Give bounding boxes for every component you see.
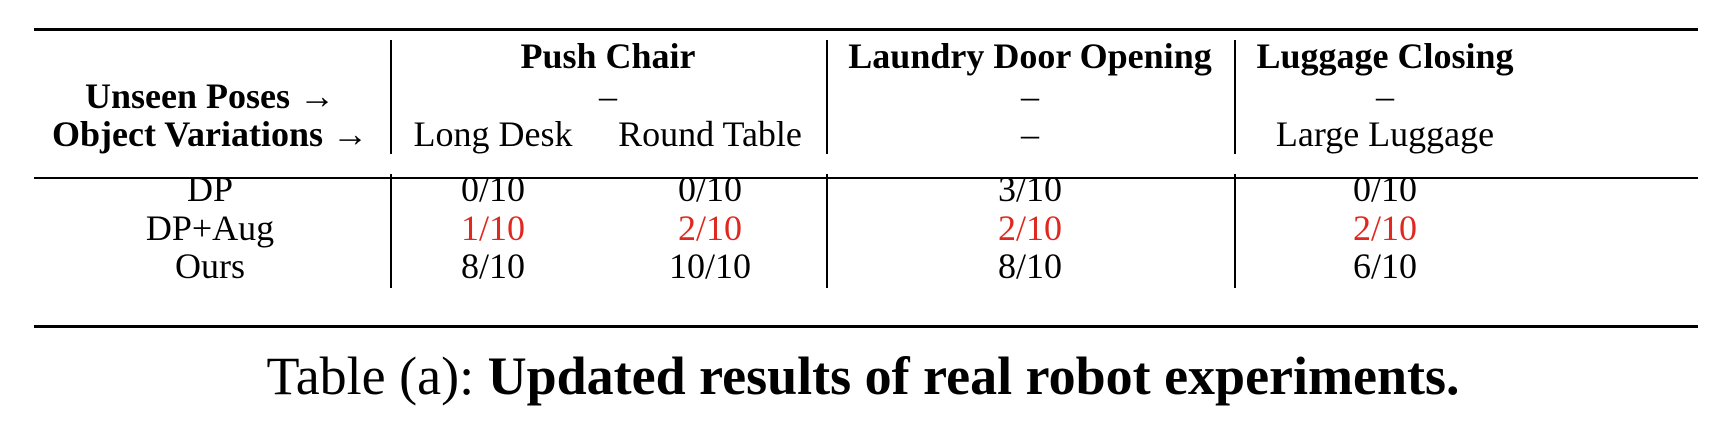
method-label: Ours: [175, 246, 245, 286]
unseen-poses-label: Unseen Poses →: [85, 76, 335, 116]
table-header-rule: [34, 177, 1698, 179]
table-cell: 0/10: [1352, 169, 1418, 209]
column-divider: [390, 174, 392, 288]
table-bottom-rule: [34, 325, 1698, 328]
variation-large-luggage: Large Luggage: [1275, 114, 1495, 154]
column-divider: [1234, 40, 1236, 154]
object-variations-label: Object Variations →: [51, 114, 369, 154]
table-cell: 2/10: [997, 208, 1063, 248]
task-header-laundry-door: Laundry Door Opening: [848, 36, 1212, 76]
table-cell: 0/10: [677, 169, 743, 209]
table-cell: 2/10: [1352, 208, 1418, 248]
method-label: DP: [186, 169, 234, 209]
table-cell: 2/10: [677, 208, 743, 248]
push-chair-poses: –: [599, 76, 617, 116]
variation-round-table: Round Table: [618, 114, 802, 154]
column-divider: [1234, 174, 1236, 288]
table-caption: Table (a): Updated results of real robot…: [0, 348, 1726, 404]
table-cell: 8/10: [997, 246, 1063, 286]
table-cell: 1/10: [460, 208, 526, 248]
table-cell: 10/10: [668, 246, 752, 286]
variation-laundry-door: –: [1021, 114, 1039, 154]
task-header-luggage-closing: Luggage Closing: [1256, 36, 1514, 76]
table-cell: 0/10: [460, 169, 526, 209]
laundry-door-poses: –: [1021, 76, 1039, 116]
method-label: DP+Aug: [145, 208, 275, 248]
caption-prefix: Table (a):: [266, 346, 488, 406]
variation-long-desk: Long Desk: [413, 114, 573, 154]
table-cell: 3/10: [997, 169, 1063, 209]
column-divider: [826, 40, 828, 154]
table-cell: 8/10: [460, 246, 526, 286]
task-header-push-chair: Push Chair: [520, 36, 696, 76]
column-divider: [826, 174, 828, 288]
table-top-rule: [34, 28, 1698, 31]
luggage-closing-poses: –: [1376, 76, 1394, 116]
caption-text: Updated results of real robot experiment…: [487, 346, 1460, 406]
column-divider: [390, 40, 392, 154]
table-cell: 6/10: [1352, 246, 1418, 286]
